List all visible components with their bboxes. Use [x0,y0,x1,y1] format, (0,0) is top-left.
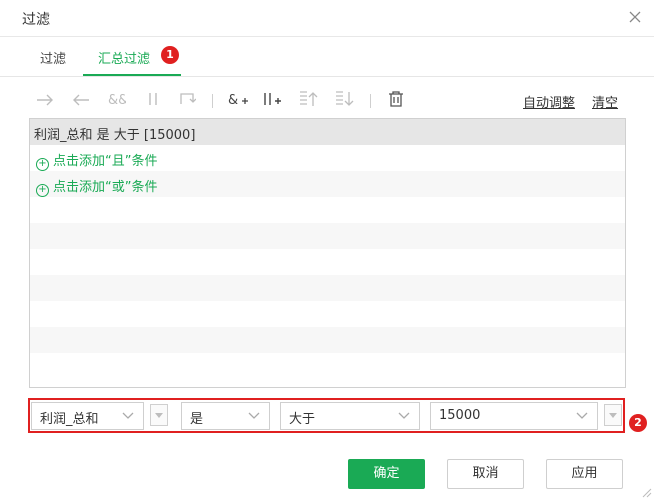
plus-circle-icon: + [36,184,49,197]
arrow-right-icon[interactable] [36,93,54,107]
add-or-condition-row[interactable]: + 点击添加“或”条件 [30,171,625,197]
tab-summary-filter[interactable]: 汇总过滤 [98,48,150,67]
delete-icon[interactable] [388,90,404,108]
add-and-label: 点击添加“且”条件 [53,154,158,169]
add-or-condition-link[interactable]: + 点击添加“或”条件 [36,176,157,197]
filter-toolbar: && & 自动调整 清空 [30,88,624,112]
comparison-select[interactable]: 大于 [280,402,420,430]
condition-list: 利润_总和 是 大于 [15000] + 点击添加“且”条件 + 点击添加“或”条件 [29,118,626,388]
field-select[interactable]: 利润_总和 [31,402,144,430]
close-icon[interactable] [628,10,642,24]
empty-row [30,249,625,275]
resize-handle-icon[interactable] [642,488,652,498]
active-tab-indicator [83,74,181,76]
tab-filter[interactable]: 过滤 [40,48,66,67]
condition-text: 利润_总和 是 大于 [15000] [34,128,196,143]
move-down-icon[interactable] [334,90,354,108]
svg-text:&&: && [108,93,126,107]
cancel-button[interactable]: 取消 [447,459,524,489]
add-or-icon[interactable] [262,91,284,107]
empty-row [30,275,625,301]
condition-row-selected[interactable]: 利润_总和 是 大于 [15000] [30,119,625,145]
annotation-badge-1: 1 [161,46,179,64]
or-icon[interactable] [146,91,160,107]
tab-bar: 过滤 汇总过滤 [0,36,654,77]
chevron-down-icon [122,412,134,419]
add-and-condition-link[interactable]: + 点击添加“且”条件 [36,150,157,171]
value-options-button[interactable] [604,404,622,426]
add-and-icon[interactable]: & [228,91,250,107]
chevron-down-icon [248,412,260,419]
arrow-left-icon[interactable] [72,93,90,107]
value-select-value: 15000 [439,408,481,423]
caret-down-icon [155,413,163,418]
auto-adjust-link[interactable]: 自动调整 [523,92,575,111]
field-options-button[interactable] [150,404,168,426]
toolbar-divider [212,94,213,108]
dialog-title: 过滤 [22,12,50,28]
empty-row [30,223,625,249]
field-select-value: 利润_总和 [40,412,99,427]
and-icon[interactable]: && [108,91,126,107]
add-and-condition-row[interactable]: + 点击添加“且”条件 [30,145,625,171]
add-or-label: 点击添加“或”条件 [53,180,158,195]
move-up-icon[interactable] [298,90,318,108]
chevron-down-icon [398,412,410,419]
operator-select-value: 是 [190,412,204,427]
operator-select[interactable]: 是 [181,402,270,430]
swap-icon[interactable] [178,91,196,107]
ok-button[interactable]: 确定 [348,459,425,489]
empty-row [30,197,625,223]
chevron-down-icon [576,412,588,419]
plus-circle-icon: + [36,158,49,171]
comparison-select-value: 大于 [289,412,316,427]
caret-down-icon [609,413,617,418]
annotation-badge-2: 2 [629,414,647,432]
empty-row [30,353,625,379]
toolbar-divider [370,94,371,108]
svg-text:&: & [228,93,238,107]
dialog-titlebar: 过滤 [0,0,654,37]
empty-row [30,301,625,327]
value-select[interactable]: 15000 [430,402,598,430]
empty-row [30,327,625,353]
apply-button[interactable]: 应用 [546,459,623,489]
clear-link[interactable]: 清空 [592,92,618,111]
